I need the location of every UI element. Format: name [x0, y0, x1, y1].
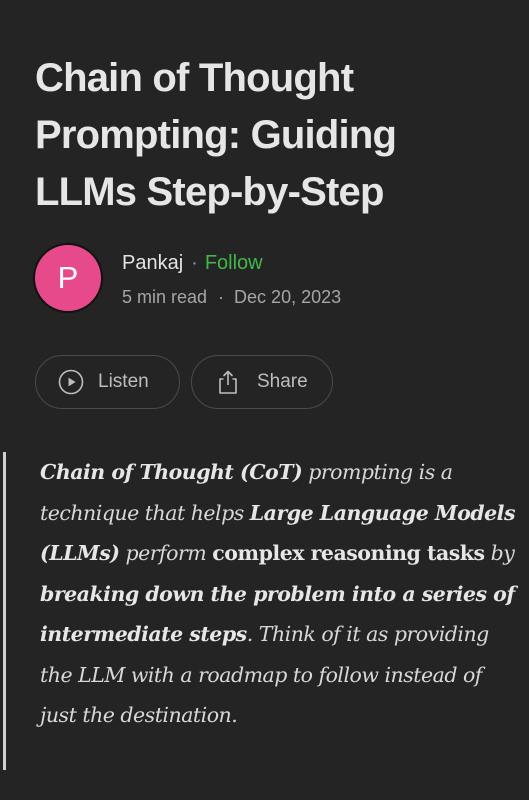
avatar-initial: P	[57, 260, 79, 295]
follow-button[interactable]: Follow	[205, 252, 263, 274]
blockquote-bar	[3, 452, 6, 770]
listen-button[interactable]: Listen	[35, 355, 180, 409]
listen-label: Listen	[98, 371, 149, 392]
article-title: Chain of Thought Prompting: Guiding LLMs…	[35, 56, 397, 214]
quote-segment-5: complex reasoning tasks	[212, 541, 485, 565]
publish-date: Dec 20, 2023	[234, 287, 342, 307]
read-time: 5 min read	[122, 287, 208, 307]
share-button[interactable]: Share	[191, 355, 333, 409]
author-avatar[interactable]: P	[35, 245, 101, 311]
meta-separator: ·	[218, 287, 225, 307]
author-name[interactable]: Pankaj	[122, 252, 183, 274]
quote-segment-6: by	[484, 541, 515, 565]
quote-segment-4: perform	[119, 541, 213, 565]
quote-segment-1: Chain of Thought (CoT)	[40, 460, 303, 484]
author-line: Pankaj · Follow	[122, 250, 263, 276]
blockquote: Chain of Thought (CoT) prompting is a te…	[40, 452, 522, 736]
article-meta: 5 min read · Dec 20, 2023	[122, 285, 341, 309]
play-circle-icon	[58, 369, 84, 395]
share-icon	[216, 369, 240, 395]
share-label: Share	[257, 371, 308, 392]
author-separator: ·	[191, 252, 198, 274]
